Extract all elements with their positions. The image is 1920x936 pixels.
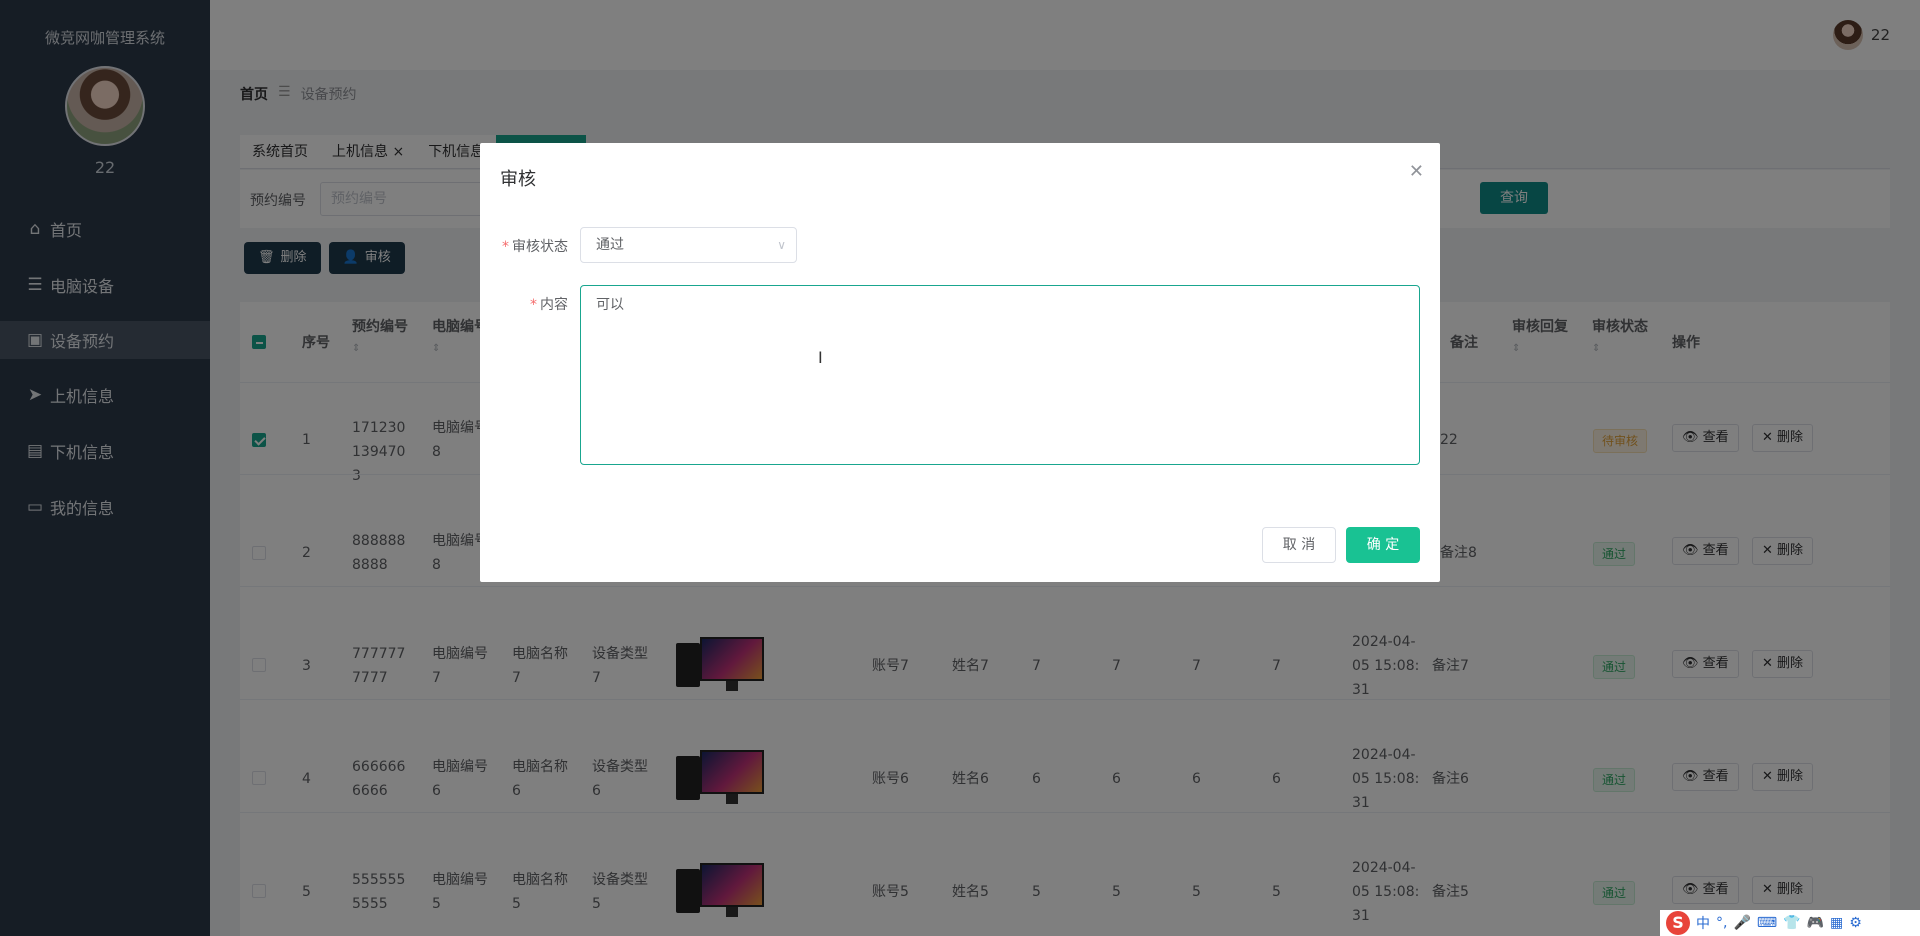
required-asterisk: * xyxy=(530,297,537,313)
ime-toolbar[interactable]: S 中 °, 🎤 ⌨ 👕 🎮 ▦ ⚙ xyxy=(1660,910,1920,936)
game-icon[interactable]: 🎮 xyxy=(1807,915,1824,931)
status-field-label: * 审核状态 xyxy=(488,236,568,256)
punctuation-icon[interactable]: °, xyxy=(1716,915,1727,931)
microphone-icon[interactable]: 🎤 xyxy=(1733,915,1750,931)
text-cursor-icon: I xyxy=(818,348,823,367)
ime-language[interactable]: 中 xyxy=(1696,913,1710,933)
cancel-button[interactable]: 取 消 xyxy=(1262,527,1336,563)
close-icon[interactable]: ✕ xyxy=(1409,161,1424,182)
status-select-value: 通过 xyxy=(596,237,624,253)
required-asterisk: * xyxy=(502,239,509,255)
review-dialog: 审核 ✕ * 审核状态 通过 ∨ * 内容 可以 I 取 消 确 定 xyxy=(480,143,1440,582)
confirm-button[interactable]: 确 定 xyxy=(1346,527,1420,563)
status-label-text: 审核状态 xyxy=(512,239,568,255)
chevron-down-icon: ∨ xyxy=(777,238,786,252)
content-field-label: * 内容 xyxy=(488,294,568,314)
dialog-title: 审核 xyxy=(500,169,536,190)
settings-icon[interactable]: ⚙ xyxy=(1849,915,1862,931)
grid-icon[interactable]: ▦ xyxy=(1830,915,1843,931)
status-select[interactable]: 通过 ∨ xyxy=(580,227,797,263)
skin-icon[interactable]: 👕 xyxy=(1783,915,1800,931)
content-textarea[interactable]: 可以 xyxy=(580,285,1420,465)
keyboard-icon[interactable]: ⌨ xyxy=(1757,915,1777,931)
sogou-logo-icon: S xyxy=(1666,911,1690,935)
content-label-text: 内容 xyxy=(540,297,568,313)
